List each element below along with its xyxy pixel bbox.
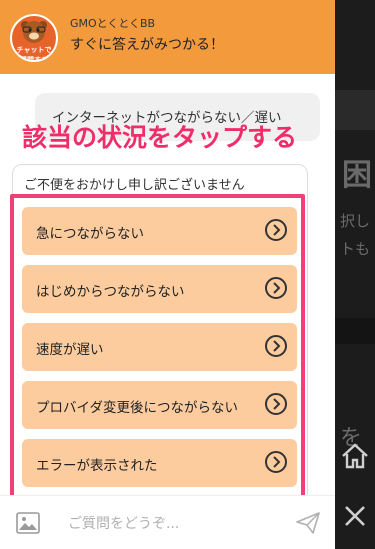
background-heading: 困 — [342, 158, 372, 193]
bot-answer-text: ご不便をおかけし申し訳ございません — [24, 178, 245, 193]
header-subtitle: すぐに答えがみつかる！ — [70, 37, 224, 53]
home-icon[interactable] — [340, 442, 370, 474]
close-icon[interactable] — [343, 504, 367, 532]
chat-panel: チャットで質問する GMOとくとくBB すぐに答えがみつかる！ インターネットが… — [0, 0, 335, 549]
logo-badge: チャットで質問する — [14, 45, 54, 60]
image-upload-icon[interactable] — [16, 512, 40, 538]
chat-footer: ご質問をどうぞ... — [0, 495, 335, 549]
chat-header: チャットで質問する GMOとくとくBB すぐに答えがみつかる！ — [0, 0, 335, 74]
send-icon[interactable] — [296, 512, 320, 538]
annotation-text: 該当の状況をタップする — [22, 123, 298, 152]
background-text: 択し — [340, 212, 371, 230]
question-input[interactable]: ご質問をどうぞ... — [68, 513, 179, 533]
mascot-logo: チャットで質問する — [10, 14, 58, 62]
header-title: GMOとくとくBB — [70, 17, 156, 30]
background-text: トも — [340, 240, 371, 258]
highlight-frame — [10, 194, 305, 502]
